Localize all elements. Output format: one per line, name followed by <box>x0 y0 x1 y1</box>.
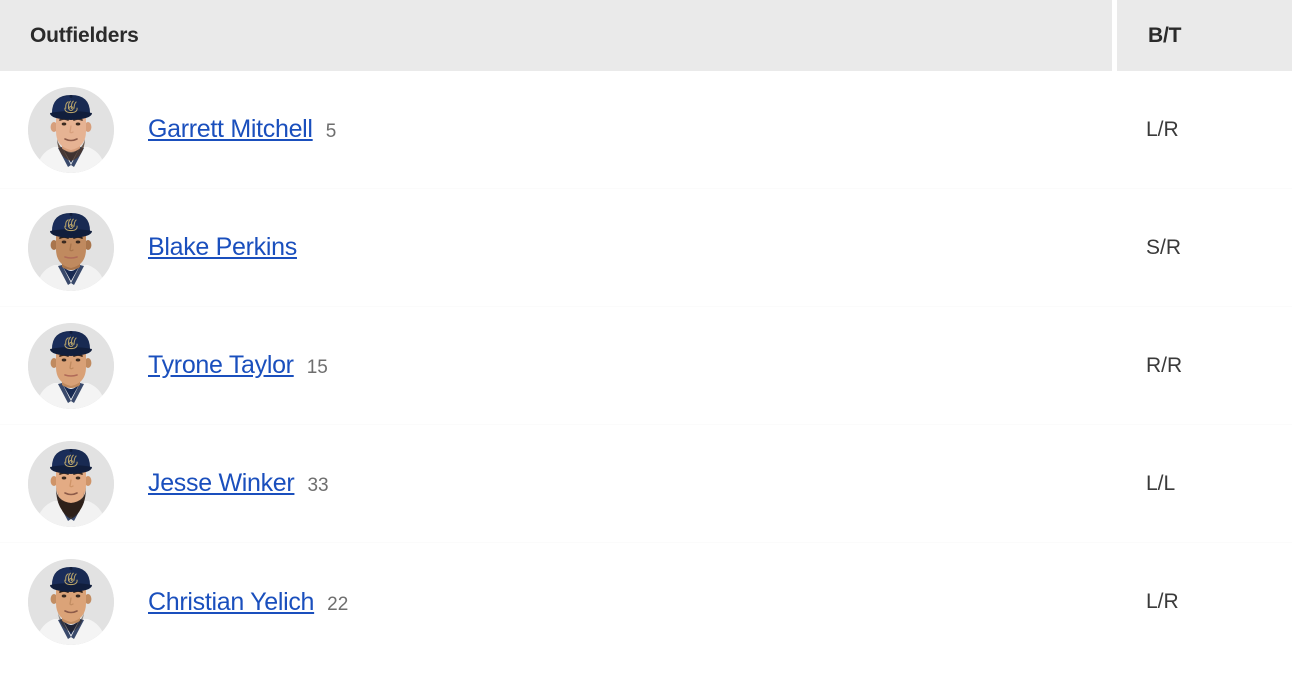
table-row[interactable]: Jesse Winker 33 L/L <box>0 425 1292 543</box>
player-jersey-number: 15 <box>306 357 328 378</box>
player-name-group: Garrett Mitchell 5 <box>148 115 336 144</box>
player-name-group: Tyrone Taylor 15 <box>148 351 328 380</box>
column-header-outfielders: Outfielders <box>0 0 1112 71</box>
player-headshot-avatar <box>28 86 114 173</box>
player-bat-throw: L/R <box>1146 590 1179 613</box>
roster-row-list: Garrett Mitchell 5 L/R Blake Perkins S/R… <box>0 71 1292 661</box>
player-name-link[interactable]: Garrett Mitchell <box>148 115 313 144</box>
column-header-bat-throw: B/T <box>1117 0 1292 71</box>
player-jersey-number: 33 <box>307 475 329 496</box>
player-bat-throw: L/L <box>1146 471 1176 495</box>
player-name-link[interactable]: Jesse Winker <box>148 469 295 498</box>
player-name-link[interactable]: Christian Yelich <box>148 588 314 617</box>
player-headshot-avatar <box>28 559 114 645</box>
player-jersey-number: 5 <box>325 121 337 142</box>
table-row[interactable]: Garrett Mitchell 5 L/R <box>0 71 1292 189</box>
player-headshot-avatar <box>28 204 114 291</box>
player-name-group: Jesse Winker 33 <box>148 469 329 498</box>
player-bat-throw: S/R <box>1146 235 1182 259</box>
player-headshot-avatar <box>28 322 114 409</box>
roster-table: Outfielders B/T Garrett Mitchell 5 L/R B… <box>0 0 1292 700</box>
table-row[interactable]: Christian Yelich 22 L/R <box>0 543 1292 661</box>
table-row[interactable]: Tyrone Taylor 15 R/R <box>0 307 1292 425</box>
player-name-link[interactable]: Tyrone Taylor <box>148 351 294 380</box>
player-headshot-avatar <box>28 440 114 527</box>
player-cell: Tyrone Taylor 15 <box>0 307 1112 425</box>
roster-table-header: Outfielders B/T <box>0 0 1292 71</box>
player-jersey-number: 22 <box>327 593 349 615</box>
player-cell: Garrett Mitchell 5 <box>0 71 1112 189</box>
player-name-link[interactable]: Blake Perkins <box>148 233 297 262</box>
player-name-group: Christian Yelich 22 <box>148 588 348 617</box>
player-cell: Blake Perkins <box>0 189 1112 307</box>
player-cell: Christian Yelich 22 <box>0 543 1112 661</box>
table-row[interactable]: Blake Perkins S/R <box>0 189 1292 307</box>
player-bat-throw: R/R <box>1146 353 1183 377</box>
player-bat-throw: L/R <box>1146 117 1179 141</box>
player-name-group: Blake Perkins <box>148 233 297 262</box>
player-cell: Jesse Winker 33 <box>0 425 1112 543</box>
